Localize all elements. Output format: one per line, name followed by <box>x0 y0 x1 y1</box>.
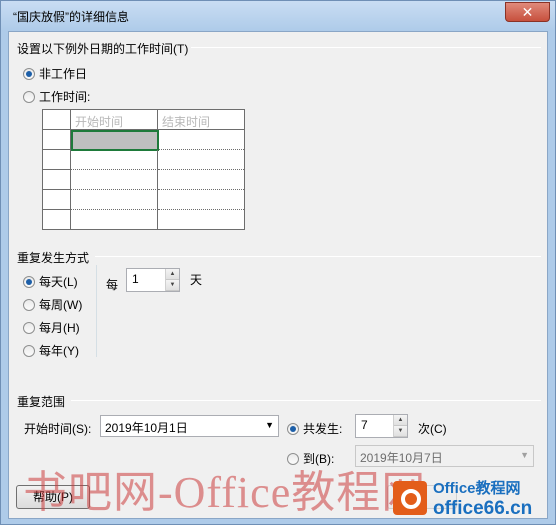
every-unit: 天 <box>190 273 203 287</box>
grid-cell[interactable] <box>158 170 244 190</box>
logo-top-text: Office教程网 <box>433 479 521 497</box>
radio-monthly[interactable]: 每月(H) <box>23 319 80 336</box>
grid-header-start: 开始时间 <box>71 110 158 130</box>
radio-nonworking-label: 非工作日 <box>39 67 88 81</box>
grid-corner <box>43 110 71 130</box>
grid-cell[interactable] <box>71 210 158 229</box>
stepper-up-icon[interactable]: ▲ <box>166 269 179 280</box>
title-bar: “国庆放假”的详细信息 ✕ <box>1 1 555 31</box>
start-date-value: 2019年10月1日 <box>105 421 188 435</box>
radio-button[interactable] <box>23 275 35 288</box>
radio-button[interactable] <box>23 321 35 334</box>
recurrence-group-label: 重复发生方式 <box>17 251 90 265</box>
grid-cell[interactable] <box>71 170 158 190</box>
radio-button[interactable] <box>23 344 35 357</box>
stepper-down-icon[interactable]: ▼ <box>166 280 179 291</box>
grid-row-header <box>43 130 71 150</box>
radio-weekly-label: 每周(W) <box>39 298 83 312</box>
watermark-logo: Office教程网 office66.cn <box>393 475 553 521</box>
radio-daily[interactable]: 每天(L) <box>23 273 78 290</box>
every-prefix: 每 <box>106 278 119 292</box>
occurrences-stepper[interactable]: 7 ▲ ▼ <box>355 414 408 438</box>
start-date-label: 开始时间(S): <box>24 422 92 436</box>
grid-row-header <box>43 190 71 210</box>
grid-cell-selected[interactable] <box>71 130 159 151</box>
grid-row-header <box>43 170 71 190</box>
grid-cell[interactable] <box>158 150 244 170</box>
radio-monthly-label: 每月(H) <box>39 321 80 335</box>
grid-header-end: 结束时间 <box>158 110 244 130</box>
radio-end-after-occurrences[interactable]: 共发生: <box>287 420 342 437</box>
radio-working-time-label: 工作时间: <box>39 90 91 104</box>
window-title: “国庆放假”的详细信息 <box>13 10 129 24</box>
occurrences-label: 共发生: <box>303 422 343 436</box>
recurrence-separator <box>96 265 97 357</box>
occurrences-unit: 次(C) <box>418 422 447 436</box>
radio-working-time[interactable]: 工作时间: <box>23 88 90 105</box>
radio-button[interactable] <box>287 422 299 435</box>
watermark-text: 书吧网-Office教程网 <box>23 468 427 517</box>
grid-cell[interactable] <box>158 210 244 229</box>
start-date-picker[interactable]: 2019年10月1日 ▼ <box>100 415 279 437</box>
radio-button[interactable] <box>23 298 35 311</box>
group-divider <box>71 400 541 401</box>
grid-cell[interactable] <box>71 150 158 170</box>
work-time-group-label: 设置以下例外日期的工作时间(T) <box>17 42 189 56</box>
stepper-down-icon[interactable]: ▼ <box>394 426 407 437</box>
radio-button[interactable] <box>23 67 35 80</box>
office-logo-icon <box>393 481 427 515</box>
stepper-up-icon[interactable]: ▲ <box>394 415 407 426</box>
grid-row-header <box>43 150 71 170</box>
group-divider <box>95 256 541 257</box>
grid-cell[interactable] <box>158 190 244 210</box>
dropdown-arrow-icon[interactable]: ▼ <box>265 420 274 430</box>
grid-cell[interactable] <box>159 130 244 150</box>
radio-yearly-label: 每年(Y) <box>39 344 79 358</box>
grid-cell[interactable] <box>71 190 158 210</box>
occurrences-value[interactable]: 7 <box>356 415 393 437</box>
radio-nonworking[interactable]: 非工作日 <box>23 65 87 82</box>
dialog-body: 设置以下例外日期的工作时间(T) 非工作日 工作时间: 开始时间 结束时间 重复… <box>8 31 548 519</box>
dropdown-arrow-icon[interactable]: ▼ <box>520 450 529 460</box>
radio-daily-label: 每天(L) <box>39 275 78 289</box>
every-interval-value[interactable]: 1 <box>127 269 165 291</box>
radio-weekly[interactable]: 每周(W) <box>23 296 82 313</box>
working-time-grid[interactable]: 开始时间 结束时间 <box>42 109 245 230</box>
range-group-label: 重复范围 <box>17 395 66 409</box>
grid-row-header <box>43 210 71 229</box>
every-interval-stepper[interactable]: 1 ▲ ▼ <box>126 268 180 292</box>
radio-button[interactable] <box>23 90 35 103</box>
radio-yearly[interactable]: 每年(Y) <box>23 342 79 359</box>
group-divider <box>191 47 541 48</box>
logo-bottom-text: office66.cn <box>433 497 533 519</box>
dialog-window: “国庆放假”的详细信息 ✕ 设置以下例外日期的工作时间(T) 非工作日 工作时间… <box>0 0 556 525</box>
close-button[interactable]: ✕ <box>505 2 550 22</box>
